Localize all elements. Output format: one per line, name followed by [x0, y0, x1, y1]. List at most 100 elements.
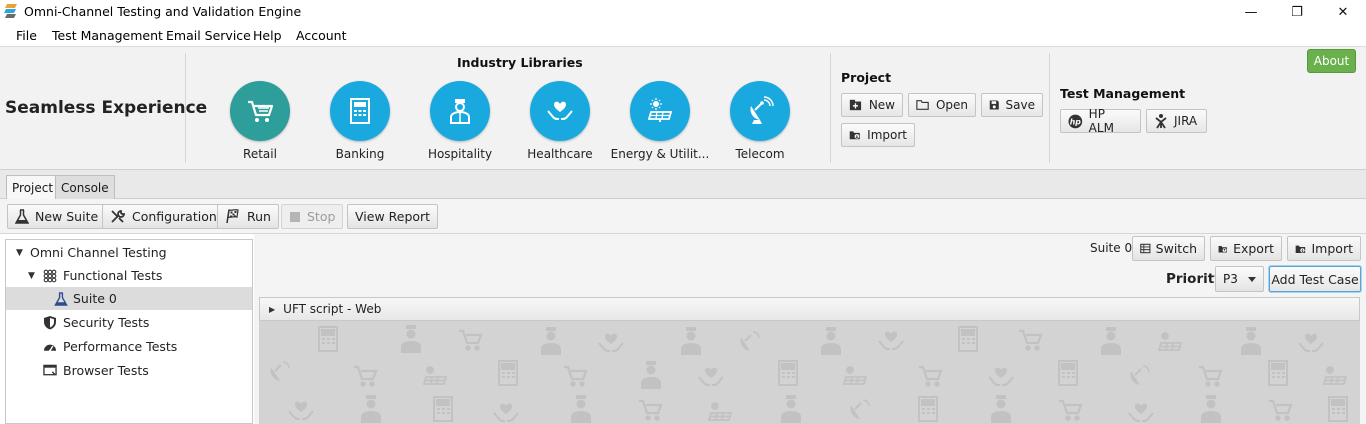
- library-label: Banking: [335, 147, 385, 161]
- export-folder-icon: [1218, 245, 1227, 253]
- suite-panel: Suite 0 Switch Export Import Priority P3…: [254, 234, 1366, 424]
- tree-item-functional-tests[interactable]: ▼ Functional Tests: [6, 264, 252, 287]
- tree-item-label: Performance Tests: [63, 339, 178, 354]
- import-project-button[interactable]: Import: [841, 123, 915, 147]
- new-suite-label: New Suite: [35, 209, 99, 224]
- solar-panel-icon: [630, 81, 690, 141]
- tree-item-label: Browser Tests: [63, 363, 149, 378]
- import-label: Import: [1311, 241, 1354, 256]
- jira-button[interactable]: JIRA: [1146, 109, 1207, 133]
- tree-item-label: Security Tests: [63, 315, 150, 330]
- import-suite-button[interactable]: Import: [1287, 236, 1361, 261]
- library-energy-utilities[interactable]: Energy & Utilit...: [605, 81, 715, 161]
- tree-item-browser-tests[interactable]: Browser Tests: [6, 359, 252, 382]
- new-project-button[interactable]: New: [841, 93, 903, 117]
- svg-text:hp: hp: [1070, 117, 1082, 126]
- library-label: Telecom: [735, 147, 785, 161]
- library-telecom[interactable]: Telecom: [705, 81, 815, 161]
- satellite-dish-icon: [730, 81, 790, 141]
- configuration-label: Configuration: [132, 209, 217, 224]
- menu-email-service[interactable]: Email Service: [166, 28, 251, 43]
- expand-arrow-icon[interactable]: ▼: [16, 248, 23, 258]
- hp-alm-button[interactable]: hp HP ALM: [1060, 107, 1141, 135]
- expand-arrow-icon[interactable]: ▼: [28, 271, 35, 281]
- brand-title: Seamless Experience: [5, 98, 208, 118]
- tab-console[interactable]: Console: [55, 175, 115, 199]
- tree-item-label: Suite 0: [73, 291, 117, 306]
- view-report-button[interactable]: View Report: [347, 204, 439, 229]
- library-hospitality[interactable]: Hospitality: [405, 81, 515, 161]
- list-icon: [1140, 243, 1151, 254]
- divider: [830, 53, 831, 163]
- new-label: New: [868, 98, 895, 112]
- new-suite-button[interactable]: New Suite: [7, 204, 107, 229]
- library-label: Retail: [243, 147, 277, 161]
- minimize-icon: —: [1244, 4, 1258, 20]
- shopping-cart-icon: [230, 81, 290, 141]
- grid-dots-icon: [43, 269, 57, 283]
- accordion-title: UFT script - Web: [283, 302, 382, 316]
- flask-icon: [54, 291, 68, 306]
- chevron-down-icon: [1248, 277, 1256, 282]
- industry-libraries-title: Industry Libraries: [457, 55, 583, 70]
- export-label: Export: [1233, 241, 1274, 256]
- tree-item-performance-tests[interactable]: Performance Tests: [6, 335, 252, 358]
- export-button[interactable]: Export: [1210, 236, 1282, 261]
- heart-hands-icon: [530, 81, 590, 141]
- save-icon: [989, 100, 999, 110]
- title-bar: Omni-Channel Testing and Validation Engi…: [0, 0, 1366, 24]
- view-report-label: View Report: [355, 209, 431, 224]
- menu-bar: File Test Management Email Service Help …: [0, 24, 1366, 47]
- stop-button[interactable]: Stop: [281, 204, 344, 229]
- tree-item-label: Functional Tests: [63, 268, 163, 283]
- priority-value: P3: [1223, 272, 1238, 286]
- tab-project[interactable]: Project: [6, 175, 60, 199]
- menu-test-management[interactable]: Test Management: [52, 28, 163, 43]
- folder-open-icon: [916, 100, 929, 110]
- open-project-button[interactable]: Open: [908, 93, 976, 117]
- import-folder-icon: [849, 131, 860, 140]
- menu-account[interactable]: Account: [296, 28, 346, 43]
- maximize-button[interactable]: ❐: [1274, 0, 1320, 24]
- speedometer-icon: [43, 340, 57, 354]
- configuration-button[interactable]: Configuration: [102, 204, 225, 229]
- project-section-title: Project: [841, 70, 892, 85]
- industry-icons-pattern: [269, 325, 1348, 423]
- menu-file[interactable]: File: [16, 28, 37, 43]
- tree-item-label: Omni Channel Testing: [30, 245, 167, 260]
- library-retail[interactable]: Retail: [205, 81, 315, 161]
- atm-icon: [330, 81, 390, 141]
- about-button[interactable]: About: [1307, 49, 1356, 73]
- run-button[interactable]: Run: [217, 204, 279, 229]
- jira-label: JIRA: [1174, 114, 1198, 128]
- ribbon: Seamless Experience Industry Libraries R…: [0, 47, 1366, 170]
- library-banking[interactable]: Banking: [305, 81, 415, 161]
- background-pattern: [259, 321, 1360, 424]
- library-label: Healthcare: [527, 147, 593, 161]
- save-project-button[interactable]: Save: [981, 93, 1043, 117]
- pattern-row: [269, 325, 1348, 423]
- hp-alm-label: HP ALM: [1088, 107, 1114, 135]
- tree-item-security-tests[interactable]: Security Tests: [6, 311, 252, 334]
- stop-label: Stop: [307, 209, 336, 224]
- shield-icon: [43, 316, 57, 330]
- close-window-button[interactable]: ✕: [1320, 0, 1366, 24]
- import-label: Import: [867, 128, 907, 142]
- uft-script-accordion[interactable]: ▶ UFT script - Web: [259, 297, 1360, 321]
- switch-button[interactable]: Switch: [1132, 236, 1205, 261]
- tree-item-omni-channel-testing[interactable]: ▼ Omni Channel Testing: [6, 241, 252, 264]
- divider: [1049, 53, 1050, 163]
- tools-icon: [111, 210, 125, 223]
- tab-strip: Project Console: [0, 170, 1366, 199]
- library-healthcare[interactable]: Healthcare: [505, 81, 615, 161]
- test-management-title: Test Management: [1060, 86, 1186, 101]
- minimize-button[interactable]: —: [1228, 0, 1274, 24]
- add-test-case-button[interactable]: Add Test Case: [1269, 266, 1361, 292]
- menu-help[interactable]: Help: [253, 28, 282, 43]
- tree-item-suite-0[interactable]: Suite 0: [6, 287, 252, 310]
- jira-logo-icon: [1155, 114, 1167, 129]
- priority-dropdown[interactable]: P3: [1215, 266, 1264, 292]
- library-label: Energy & Utilit...: [610, 147, 710, 161]
- flask-icon: [15, 209, 29, 224]
- restore-icon: ❐: [1291, 4, 1303, 20]
